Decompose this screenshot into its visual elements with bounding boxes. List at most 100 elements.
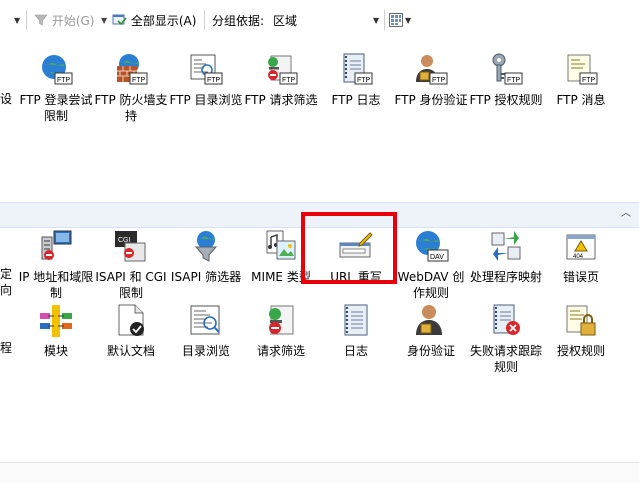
ftp-partial-label: 设 [0, 92, 13, 106]
feature-directory-browsing[interactable]: 目录浏览 [168, 303, 244, 359]
toolbar-separator-3 [384, 10, 385, 30]
show-all-button[interactable]: 全部显示(A) [112, 12, 196, 30]
ftp-authz-label: FTP 授权规则 [469, 93, 543, 107]
show-all-label: 全部显示(A) [130, 14, 197, 28]
authentication-label: 身份验证 [406, 344, 455, 358]
handler-mappings-icon [491, 231, 521, 261]
feature-handler-mappings[interactable]: 处理程序映射 [468, 229, 544, 285]
ftp-request-filter-icon: FTP [268, 55, 298, 85]
ftp-auth-label: FTP 身份验证 [394, 93, 468, 107]
isapi-filter-icon [194, 231, 218, 262]
svg-text:FTP: FTP [432, 77, 446, 84]
failed-request-tracing-label: 失败请求跟踪规则 [469, 344, 542, 374]
iis-partial-label-row2: 程 [0, 341, 13, 355]
ftp-message-label: FTP 消息 [556, 93, 606, 107]
group-by-dropdown-caret[interactable]: ▼ [373, 12, 379, 30]
feature-authorization-rules[interactable]: 授权规则 [543, 303, 619, 359]
ftp-firewall-label: FTP 防火墙支持 [94, 93, 168, 123]
view-mode-caret[interactable]: ▼ [405, 12, 411, 30]
ftp-auth-icon: FTP [416, 55, 448, 85]
feature-ftp-directory-browsing[interactable]: FTP FTP 目录浏览 [168, 52, 244, 108]
ftp-partial-item[interactable]: 设 [0, 91, 14, 107]
directory-browsing-icon [190, 305, 220, 335]
group-by-select[interactable]: 区域 [273, 12, 297, 30]
feature-logging[interactable]: 日志 [318, 303, 394, 359]
svg-text:FTP: FTP [507, 77, 521, 84]
handler-mappings-label: 处理程序映射 [469, 270, 542, 284]
feature-failed-request-tracing[interactable]: 失败请求跟踪规则 [468, 303, 544, 375]
feature-ftp-firewall[interactable]: FTP FTP 防火墙支持 [93, 52, 169, 124]
failed-request-tracing-icon [493, 304, 520, 335]
modules-icon [40, 305, 72, 337]
start-label: 开始(G) [51, 14, 95, 28]
svg-text:FTP: FTP [282, 77, 296, 84]
view-grid-icon [389, 13, 403, 27]
feature-authentication[interactable]: 身份验证 [393, 303, 469, 359]
mime-types-icon [266, 230, 296, 260]
feature-ftp-logon-attempt[interactable]: FTP FTP 登录尝试限制 [18, 52, 94, 124]
error-pages-icon: 404 [566, 234, 596, 260]
toolbar-separator [26, 10, 27, 30]
bottom-partial-row [0, 462, 639, 483]
modules-label: 模块 [43, 344, 68, 358]
view-mode-button[interactable] [389, 12, 403, 30]
svg-text:DAV: DAV [430, 254, 444, 261]
default-document-icon [118, 304, 144, 336]
start-dropdown-caret[interactable]: ▼ [101, 12, 107, 30]
show-all-icon [112, 14, 127, 26]
webdav-icon: DAV [416, 231, 449, 262]
svg-text:FTP: FTP [582, 77, 596, 84]
toolbar-separator-2 [204, 10, 205, 30]
error-pages-label: 错误页 [562, 270, 599, 284]
feature-isapi-cgi-restrictions[interactable]: CGI ISAPI 和 CGI 限制 [93, 229, 169, 301]
feature-ip-domain-restrictions[interactable]: IP 地址和域限制 [18, 229, 94, 301]
directory-browsing-label: 目录浏览 [181, 344, 230, 358]
ftp-authz-icon: FTP [492, 53, 523, 85]
feature-ftp-authentication[interactable]: FTP FTP 身份验证 [393, 52, 469, 108]
isapi-filter-label: ISAPI 筛选器 [170, 270, 242, 284]
feature-ftp-messages[interactable]: FTP FTP 消息 [543, 52, 619, 108]
group-by-label: 分组依据: [212, 14, 265, 28]
logging-label: 日志 [343, 344, 368, 358]
iis-partial-item-row2[interactable]: 程 [0, 340, 14, 356]
default-document-label: 默认文档 [106, 344, 155, 358]
svg-text:FTP: FTP [132, 77, 146, 84]
ip-restrictions-icon [41, 230, 72, 260]
ftp-directory-label: FTP 目录浏览 [169, 93, 243, 107]
request-filtering-label: 请求筛选 [256, 344, 305, 358]
webdav-label: WebDAV 创作规则 [397, 270, 465, 300]
svg-text:FTP: FTP [57, 77, 71, 84]
ftp-message-icon: FTP [567, 54, 598, 85]
collapse-chevron-up-icon[interactable]: ︿ [619, 207, 633, 221]
svg-text:FTP: FTP [207, 77, 221, 84]
feature-ftp-logging[interactable]: FTP FTP 日志 [318, 52, 394, 108]
authorization-rules-label: 授权规则 [556, 344, 605, 358]
feature-default-document[interactable]: 默认文档 [93, 303, 169, 359]
feature-ftp-request-filtering[interactable]: FTP FTP 请求筛选 [243, 52, 319, 108]
ftp-firewall-icon: FTP [117, 54, 148, 85]
logging-icon [344, 304, 368, 336]
ftp-request-filter-label: FTP 请求筛选 [244, 93, 318, 107]
iis-partial-label-row1: 定向 [0, 267, 13, 297]
feature-error-pages[interactable]: 404 错误页 [543, 229, 619, 285]
isapi-cgi-icon: CGI [115, 231, 146, 262]
ip-restrictions-label: IP 地址和域限制 [18, 270, 94, 300]
filter-funnel-icon [34, 14, 48, 26]
feature-request-filtering[interactable]: 请求筛选 [243, 303, 319, 359]
iis-partial-item-row1[interactable]: 定向 [0, 266, 18, 298]
svg-text:404: 404 [573, 254, 584, 260]
svg-text:FTP: FTP [357, 77, 371, 84]
ftp-logon-icon: FTP [42, 55, 73, 85]
url-rewrite-highlight-box [301, 212, 397, 284]
authorization-rules-icon [566, 305, 596, 336]
feature-isapi-filters[interactable]: ISAPI 筛选器 [168, 229, 244, 285]
feature-ftp-authorization-rules[interactable]: FTP FTP 授权规则 [468, 52, 544, 108]
feature-modules[interactable]: 模块 [18, 303, 94, 359]
group-by-value: 区域 [273, 14, 298, 28]
ftp-directory-icon: FTP [190, 54, 223, 85]
feature-webdav-authoring-rules[interactable]: DAV WebDAV 创作规则 [393, 229, 469, 301]
ftp-log-label: FTP 日志 [331, 93, 381, 107]
toolbar-dropdown-caret[interactable]: ▼ [14, 12, 20, 30]
isapi-cgi-label: ISAPI 和 CGI 限制 [95, 270, 167, 300]
filter-start-button[interactable]: 开始(G) [34, 12, 95, 30]
